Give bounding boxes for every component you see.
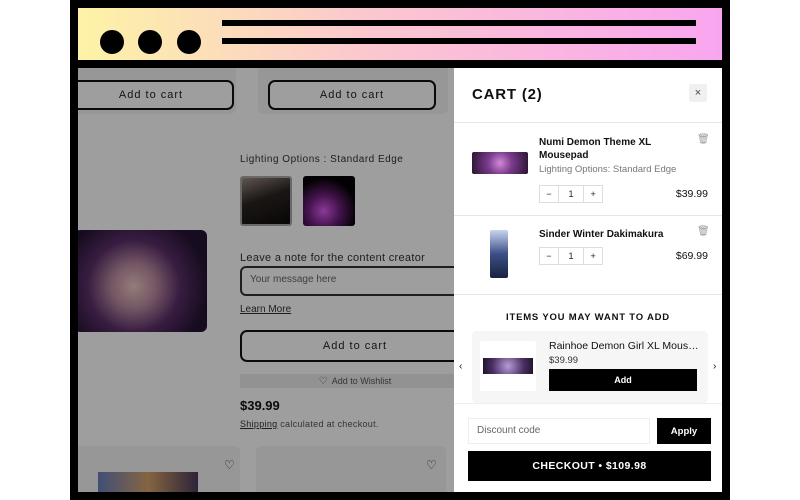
upsell-name[interactable]: Rainhoe Demon Girl XL Mousepad xyxy=(549,340,701,352)
cart-item-image[interactable] xyxy=(472,152,528,174)
cart-item-variant: Lighting Options: Standard Edge xyxy=(539,164,677,175)
discount-input[interactable]: Discount code xyxy=(468,418,650,444)
chevron-left-icon[interactable]: ‹ xyxy=(459,361,462,372)
window-dot-icon[interactable] xyxy=(100,30,124,54)
chevron-right-icon[interactable]: › xyxy=(713,361,716,372)
upsell-title: ITEMS YOU MAY WANT TO ADD xyxy=(506,312,670,323)
chrome-bar xyxy=(222,20,696,26)
chrome-bar xyxy=(222,38,696,44)
quantity-value[interactable]: 1 xyxy=(557,248,585,264)
cart-footer: Discount code Apply CHECKOUT • $109.98 xyxy=(454,403,722,492)
divider xyxy=(454,215,722,216)
close-icon[interactable]: × xyxy=(689,84,707,102)
divider xyxy=(454,294,722,295)
page-viewport: Add to cart Add to cart Lighting Options… xyxy=(78,68,722,492)
upsell-card: Rainhoe Demon Girl XL Mousepad $39.99 Ad… xyxy=(472,331,708,403)
cart-title: CART (2) xyxy=(472,86,543,103)
apply-button[interactable]: Apply xyxy=(657,418,711,444)
upsell-price: $39.99 xyxy=(549,355,579,366)
window-dot-icon[interactable] xyxy=(177,30,201,54)
quantity-value[interactable]: 1 xyxy=(557,186,585,202)
divider xyxy=(454,122,722,123)
quantity-stepper: − 1 + xyxy=(539,247,603,265)
plus-button[interactable]: + xyxy=(584,189,602,199)
upsell-image[interactable] xyxy=(480,341,536,391)
checkout-button[interactable]: CHECKOUT • $109.98 xyxy=(468,451,711,481)
upsell-image-art xyxy=(483,358,533,374)
cart-item-name[interactable]: Numi Demon Theme XL Mousepad xyxy=(539,136,689,162)
trash-icon[interactable]: 🗑 xyxy=(697,134,710,145)
minus-button[interactable]: − xyxy=(540,251,558,261)
browser-chrome xyxy=(78,8,722,60)
upsell-add-button[interactable]: Add xyxy=(549,369,697,391)
cart-item-price: $69.99 xyxy=(675,250,708,262)
cart-item-image[interactable] xyxy=(490,230,508,278)
cart-item-name[interactable]: Sinder Winter Dakimakura xyxy=(539,228,689,241)
minus-button[interactable]: − xyxy=(540,189,558,199)
window-dot-icon[interactable] xyxy=(138,30,162,54)
trash-icon[interactable]: 🗑 xyxy=(697,226,710,237)
cart-drawer: CART (2) × Numi Demon Theme XL Mousepad … xyxy=(454,68,722,492)
plus-button[interactable]: + xyxy=(584,251,602,261)
page-overlay[interactable] xyxy=(78,68,454,492)
quantity-stepper: − 1 + xyxy=(539,185,603,203)
cart-item-price: $39.99 xyxy=(675,188,708,200)
